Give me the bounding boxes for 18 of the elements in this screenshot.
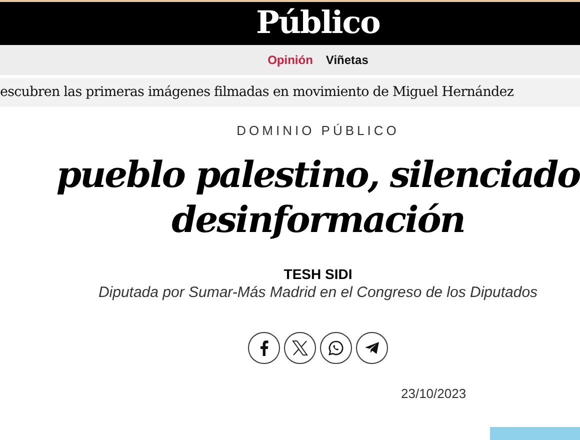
author-name: TESH SIDI bbox=[284, 264, 352, 282]
whatsapp-icon bbox=[328, 340, 344, 356]
share-button[interactable] bbox=[356, 332, 388, 364]
headline-line: pueblo palestino, silenciado bbox=[56, 152, 580, 198]
publish-date: 23/10/2023 bbox=[401, 384, 466, 402]
share-button[interactable] bbox=[320, 332, 352, 364]
headline-line: desinformación bbox=[172, 198, 464, 242]
share-button[interactable] bbox=[248, 332, 280, 364]
author-role: Diputada por Sumar-Más Madrid en el Congreso de los Diputados bbox=[98, 282, 538, 302]
site-logo[interactable]: Público bbox=[256, 8, 380, 39]
paper-plane-icon bbox=[364, 340, 380, 356]
x-logo-icon bbox=[292, 340, 308, 356]
nav-link[interactable]: Viñetas bbox=[326, 51, 368, 69]
facebook-icon bbox=[259, 340, 269, 356]
section-label: DOMINIO PÚBLICO bbox=[236, 122, 400, 140]
nav-link[interactable]: Opinión bbox=[268, 51, 313, 69]
ticker-link[interactable]: escubren las primeras imágenes filmadas en movimiento de Miguel Hernández bbox=[0, 82, 514, 103]
share-button[interactable] bbox=[284, 332, 316, 364]
